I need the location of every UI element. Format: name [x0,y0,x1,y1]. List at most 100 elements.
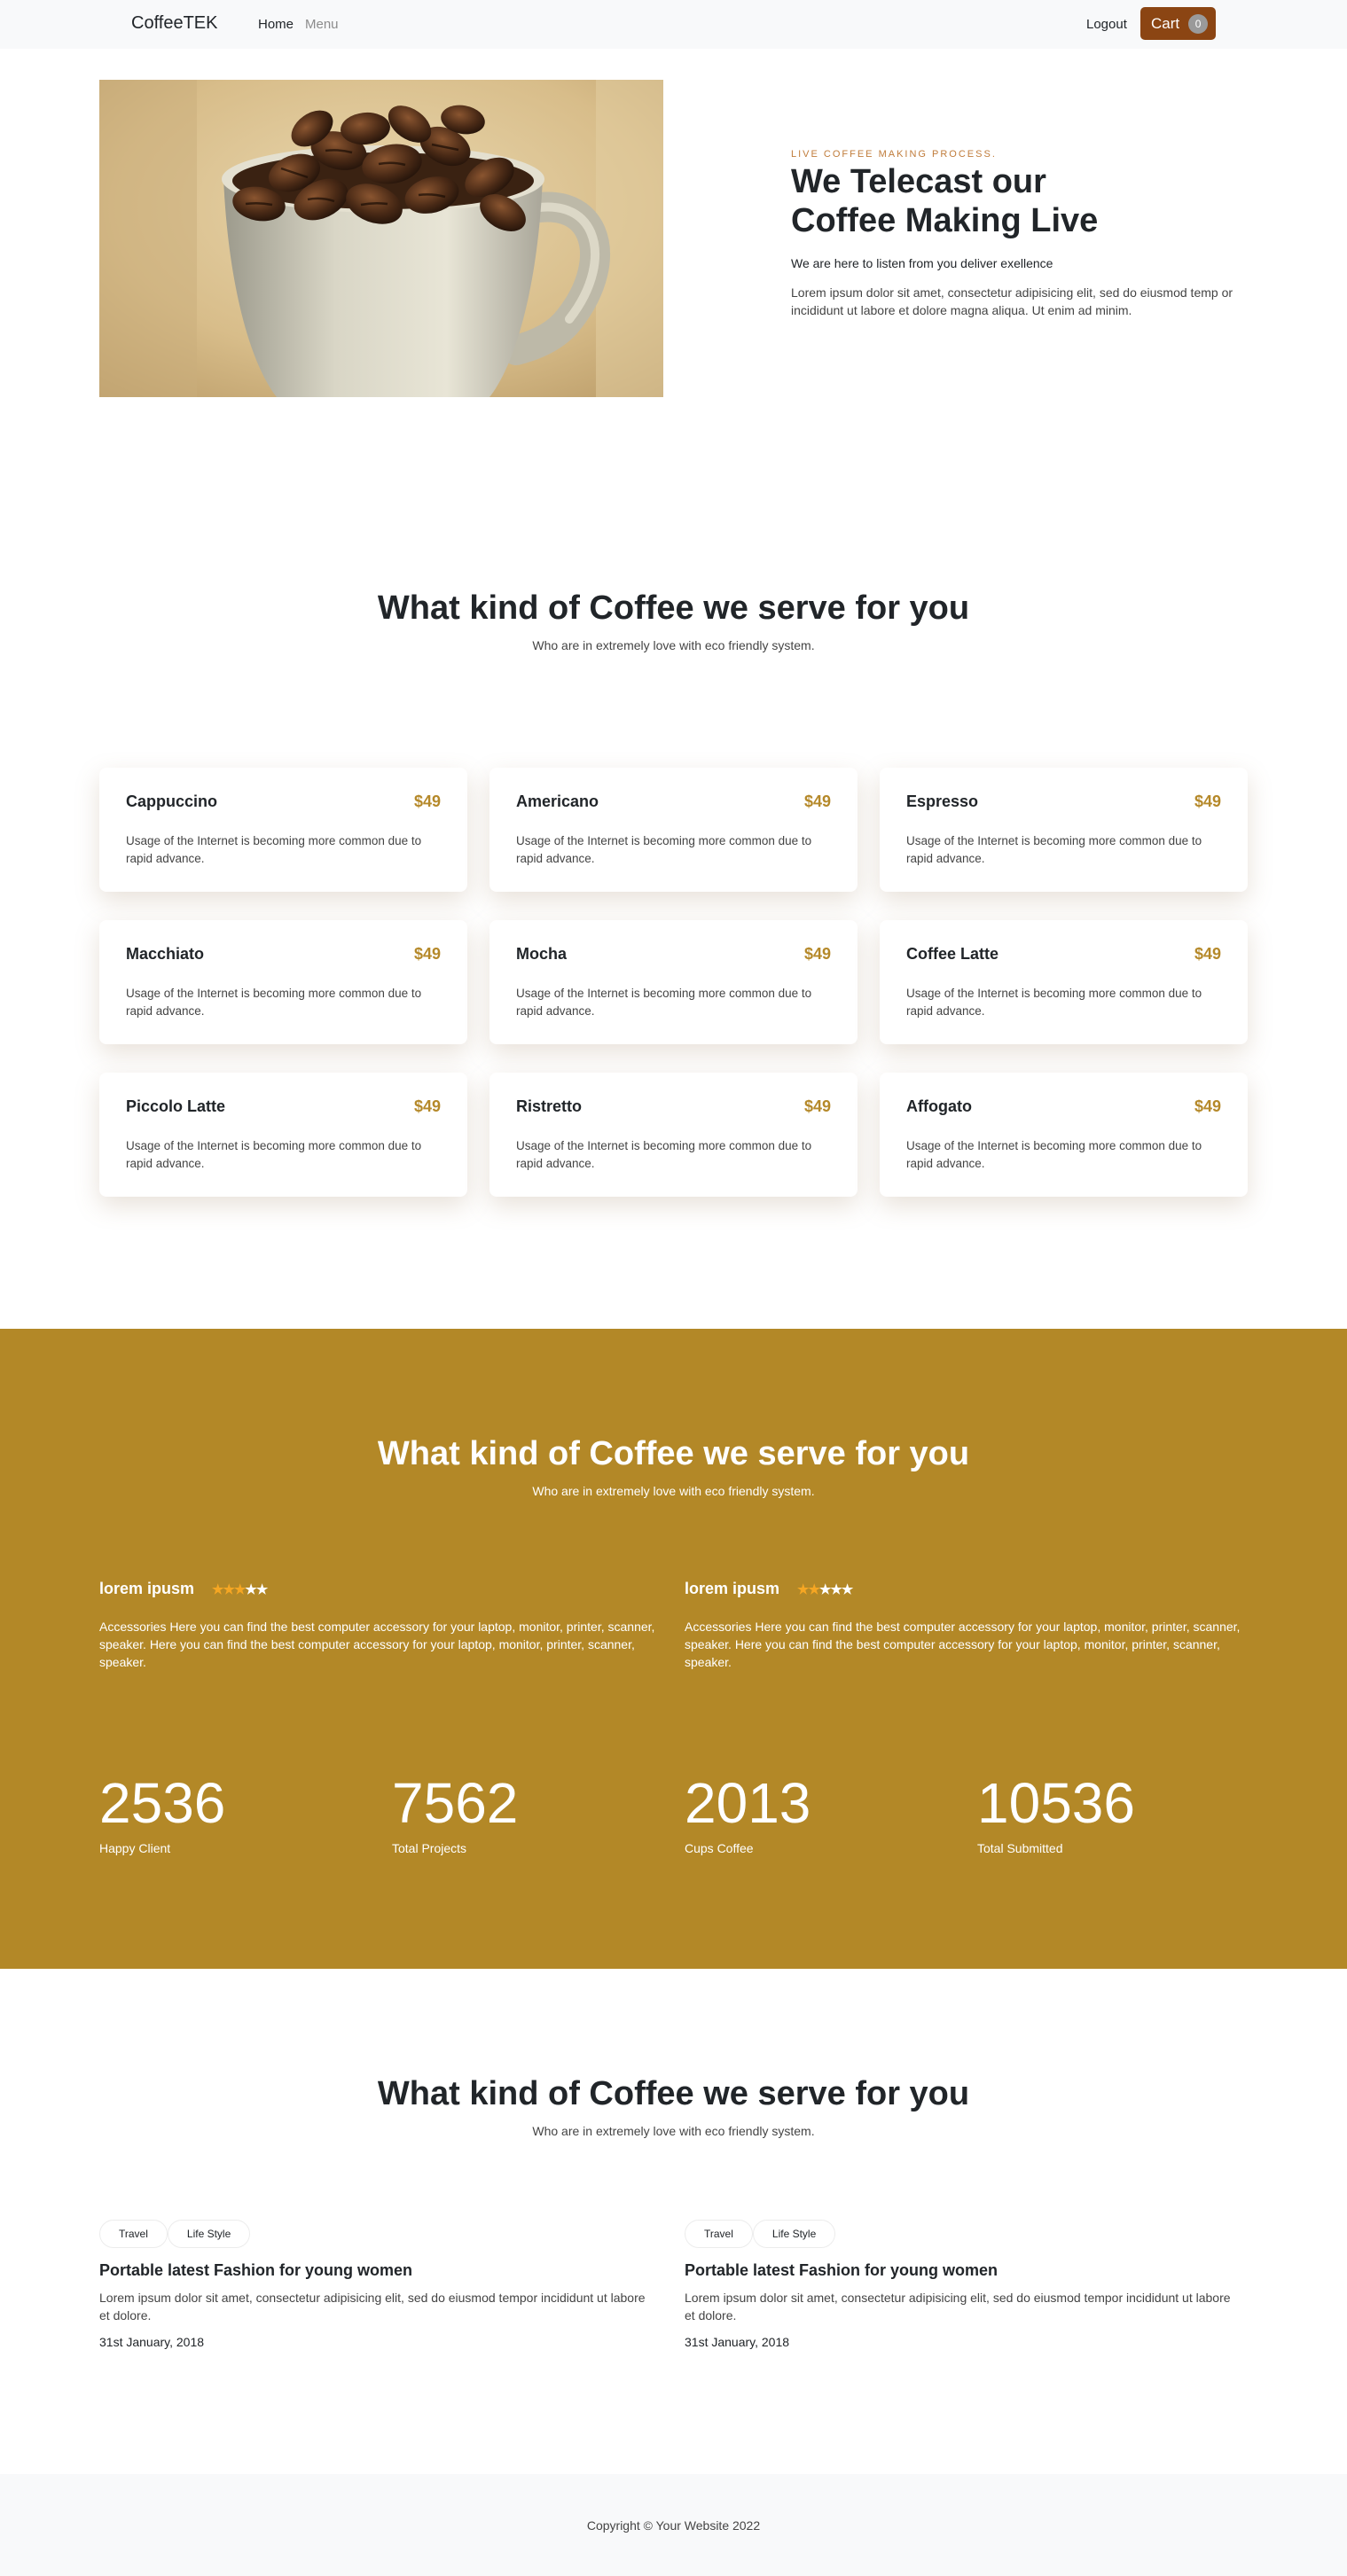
post-title[interactable]: Portable latest Fashion for young women [99,2261,658,2280]
menu-card: Americano $49 Usage of the Internet is b… [489,768,858,892]
post-excerpt: Lorem ipsum dolor sit amet, consectetur … [685,2291,1231,2322]
stat-block: 2536 Happy Client [99,1772,225,1855]
menu-item-name: Coffee Latte [906,945,999,963]
brand-logo[interactable]: CoffeeTEK [131,13,217,34]
menu-item-description: Usage of the Internet is becoming more c… [126,1139,422,1170]
menu-card: Mocha $49 Usage of the Internet is becom… [489,920,858,1044]
copyright-text: Copyright © Your Website 2022 [586,2517,761,2533]
menu-item-price: $49 [1194,945,1221,963]
menu-item-description: Usage of the Internet is becoming more c… [516,987,812,1018]
stat-value: 7562 [392,1771,519,1835]
stat-label: Total Projects [392,1841,467,1855]
star-rating: ★★★★★ [797,1581,853,1597]
stat-block: 2013 Cups Coffee [685,1772,811,1855]
logout-link[interactable]: Logout [1086,17,1127,32]
menu-item-price: $49 [1194,792,1221,810]
menu-card: Espresso $49 Usage of the Internet is be… [880,768,1248,892]
coffee-cup-image [99,80,663,397]
post-title[interactable]: Portable latest Fashion for young women [685,2261,1243,2280]
menu-section: What kind of Coffee we serve for you Who… [0,492,1347,1329]
hero-section: LIVE COFFEE MAKING PROCESS. We Telecast … [0,49,1347,492]
star-empty-icon: ★ [830,1581,842,1597]
review-text: Accessories Here you can find the best c… [685,1620,1241,1669]
hero-title-line1: We Telecast our [791,163,1046,200]
nav-link-home[interactable]: Home [258,17,294,32]
stat-label: Cups Coffee [685,1841,754,1855]
menu-item-description: Usage of the Internet is becoming more c… [516,1139,812,1170]
review-title: lorem ipusm [685,1580,780,1597]
cart-count-badge: 0 [1188,13,1209,34]
post-tags: Travel Life Style [685,2220,1243,2248]
menu-item-price: $49 [803,792,831,810]
star-filled-icon: ★ [808,1581,819,1597]
section-title: What kind of Coffee we serve for you [377,589,970,627]
review-header: lorem ipusm ★★★★★ [99,1580,658,1598]
blog-post: Travel Life Style Portable latest Fashio… [685,2220,1243,2349]
menu-item-description: Usage of the Internet is becoming more c… [906,834,1202,865]
hero-title: We Telecast our Coffee Making Live [791,162,1163,240]
blog-post: Travel Life Style Portable latest Fashio… [99,2220,658,2349]
menu-item-name: Americano [516,792,599,810]
cart-button[interactable]: Cart 0 [1140,7,1216,40]
menu-item-description: Usage of the Internet is becoming more c… [906,1139,1202,1170]
stat-label: Total Submitted [977,1841,1063,1855]
menu-card: Affogato $49 Usage of the Internet is be… [880,1073,1248,1197]
menu-item-name: Ristretto [516,1097,583,1115]
section-title: What kind of Coffee we serve for you [377,2075,970,2112]
menu-item-name: Macchiato [126,945,205,963]
nav-link-menu[interactable]: Menu [305,17,339,32]
star-rating: ★★★★★ [212,1581,268,1597]
tag-travel[interactable]: Travel [99,2220,168,2248]
star-empty-icon: ★ [245,1581,256,1597]
stat-block: 7562 Total Projects [392,1772,518,1855]
post-tags: Travel Life Style [99,2220,658,2248]
hero-title-line2: Coffee Making Live [791,202,1099,239]
menu-item-price: $49 [413,945,441,963]
reviews-stats-section: What kind of Coffee we serve for you Who… [0,1329,1347,1969]
section-title: What kind of Coffee we serve for you [377,1435,970,1472]
navbar: CoffeeTEK Home Menu Logout Cart 0 [0,0,1347,49]
menu-card: Piccolo Latte $49 Usage of the Internet … [99,1073,467,1197]
menu-item-name: Espresso [906,792,979,810]
menu-item-price: $49 [1194,1097,1221,1115]
menu-item-name: Mocha [516,945,568,963]
section-subtitle: Who are in extremely love with eco frien… [532,638,815,652]
cart-label: Cart [1151,14,1180,32]
hero-eyebrow: LIVE COFFEE MAKING PROCESS. [791,149,997,160]
menu-item-price: $49 [803,945,831,963]
menu-item-description: Usage of the Internet is becoming more c… [126,834,422,865]
review-text: Accessories Here you can find the best c… [99,1620,655,1669]
review-item: lorem ipusm ★★★★★ Accessories Here you c… [685,1580,1243,1671]
menu-item-price: $49 [413,1097,441,1115]
menu-item-description: Usage of the Internet is becoming more c… [126,987,422,1018]
tag-travel[interactable]: Travel [685,2220,753,2248]
section-subtitle: Who are in extremely love with eco frien… [532,1484,815,1498]
stat-block: 10536 Total Submitted [977,1772,1135,1855]
menu-card: Coffee Latte $49 Usage of the Internet i… [880,920,1248,1044]
hero-text: Lorem ipsum dolor sit amet, consectetur … [791,285,1233,317]
star-empty-icon: ★ [841,1581,853,1597]
post-date: 31st January, 2018 [99,2335,205,2349]
tag-lifestyle[interactable]: Life Style [752,2220,836,2248]
menu-card: Macchiato $49 Usage of the Internet is b… [99,920,467,1044]
stat-value: 2536 [99,1771,226,1835]
section-subtitle: Who are in extremely love with eco frien… [532,2124,815,2138]
post-excerpt: Lorem ipsum dolor sit amet, consectetur … [99,2291,646,2322]
coffee-menu-grid: Cappuccino $49 Usage of the Internet is … [99,768,1248,1197]
menu-item-price: $49 [413,792,441,810]
star-filled-icon: ★ [233,1581,246,1597]
stat-value: 2013 [685,1771,811,1835]
menu-item-name: Piccolo Latte [126,1097,226,1115]
hero-lead: We are here to listen from you deliver e… [791,256,1053,270]
footer: Copyright © Your Website 2022 [0,2474,1347,2576]
menu-item-name: Cappuccino [126,792,218,810]
review-item: lorem ipusm ★★★★★ Accessories Here you c… [99,1580,658,1671]
stat-label: Happy Client [99,1841,171,1855]
stat-value: 10536 [977,1771,1135,1835]
star-empty-icon: ★ [255,1581,268,1597]
tag-lifestyle[interactable]: Life Style [167,2220,251,2248]
post-date: 31st January, 2018 [685,2335,790,2349]
menu-item-description: Usage of the Internet is becoming more c… [906,987,1202,1018]
blog-section: What kind of Coffee we serve for you Who… [0,1969,1347,2474]
menu-card: Ristretto $49 Usage of the Internet is b… [489,1073,858,1197]
